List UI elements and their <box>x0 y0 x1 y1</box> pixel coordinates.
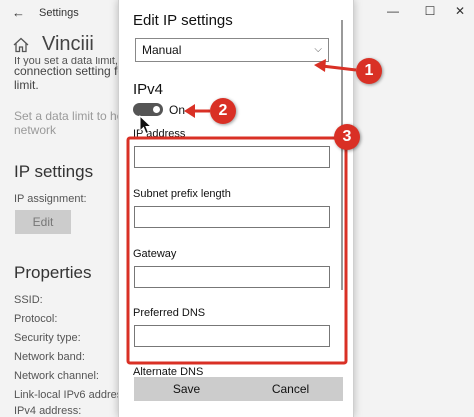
ip-settings-heading: IP settings <box>14 162 94 181</box>
preferred-dns-input[interactable] <box>134 325 330 347</box>
network-name-heading: Vinciii <box>42 33 94 55</box>
property-label: Security type: <box>14 332 81 344</box>
dialog-scrollbar[interactable] <box>341 20 343 290</box>
ipv4-toggle-label: On <box>169 103 186 117</box>
ip-mode-value: Manual <box>142 43 182 57</box>
subnet-prefix-label: Subnet prefix length <box>133 188 231 200</box>
maximize-button[interactable]: ☐ <box>420 3 440 19</box>
property-label: IPv4 address: <box>14 405 82 417</box>
property-label: Network channel: <box>14 370 99 382</box>
properties-heading: Properties <box>14 263 92 282</box>
property-label: Link-local IPv6 address: <box>14 389 131 401</box>
chevron-down-icon: ⌵ <box>314 44 322 55</box>
subnet-prefix-input[interactable] <box>134 206 330 228</box>
preferred-dns-label: Preferred DNS <box>133 307 206 319</box>
property-label: SSID: <box>14 294 43 306</box>
edit-button[interactable]: Edit <box>15 210 71 234</box>
save-button[interactable]: Save <box>134 377 239 401</box>
callout-badge-1: 1 <box>356 58 382 84</box>
ipv4-heading: IPv4 <box>133 81 164 98</box>
cancel-button[interactable]: Cancel <box>238 377 343 401</box>
ip-address-input[interactable] <box>134 146 330 168</box>
description-line-2: limit. <box>14 78 39 92</box>
property-label: Network band: <box>14 351 85 363</box>
dialog-title: Edit IP settings <box>133 12 233 29</box>
close-button[interactable]: ✕ <box>450 3 470 19</box>
property-label: Protocol: <box>14 313 58 325</box>
callout-badge-2: 2 <box>210 98 236 124</box>
mouse-cursor-icon <box>139 115 153 135</box>
window-title: Settings <box>39 7 79 19</box>
gateway-input[interactable] <box>134 266 330 288</box>
toggle-knob <box>153 106 160 113</box>
back-arrow-icon[interactable]: ← <box>12 5 25 20</box>
minimize-button[interactable]: — <box>383 3 403 19</box>
edit-ip-settings-dialog: Edit IP settings Manual ⌵ IPv4 On IP add… <box>118 0 354 417</box>
home-icon[interactable] <box>13 37 29 53</box>
ip-mode-select[interactable]: Manual ⌵ <box>135 38 329 62</box>
ip-assignment-label: IP assignment: <box>14 193 87 205</box>
callout-badge-3: 3 <box>334 124 360 150</box>
gateway-label: Gateway <box>133 248 177 260</box>
data-limit-link-line-2[interactable]: network <box>14 123 56 137</box>
